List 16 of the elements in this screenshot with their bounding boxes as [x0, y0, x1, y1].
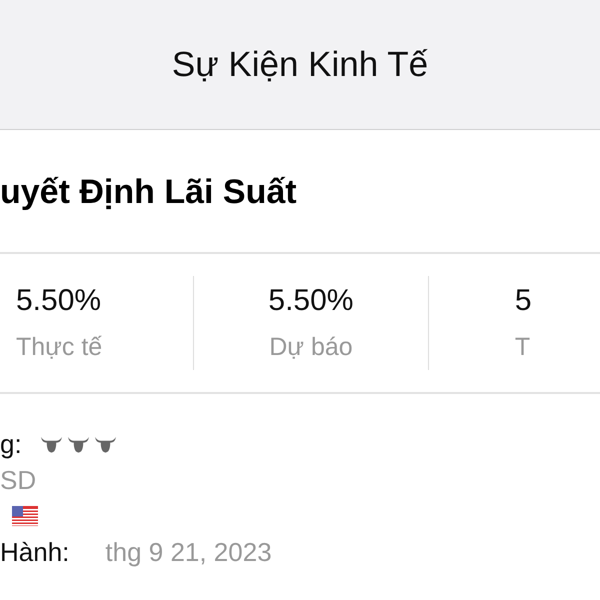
- currency-value: SD: [0, 464, 36, 496]
- importance-label: g:: [0, 428, 22, 460]
- bull-icon: [94, 434, 117, 454]
- stat-value: 5.50%: [268, 284, 354, 318]
- stat-value: 5.50%: [16, 284, 102, 318]
- event-title: uyết Định Lãi Suất: [0, 172, 298, 213]
- bull-icon: [40, 434, 63, 454]
- stat-value: 5: [514, 284, 532, 318]
- stat-label: Dự báo: [269, 332, 353, 362]
- date-value: thg 9 21, 2023: [105, 536, 272, 568]
- screen-title: Sự Kiện Kinh Tế: [172, 44, 428, 84]
- stat-label: Thực tế: [16, 332, 102, 362]
- bull-icon: [66, 434, 90, 454]
- date-label: Hành:: [0, 536, 70, 568]
- flag-icon: [12, 506, 38, 526]
- stat-label: T: [514, 332, 530, 362]
